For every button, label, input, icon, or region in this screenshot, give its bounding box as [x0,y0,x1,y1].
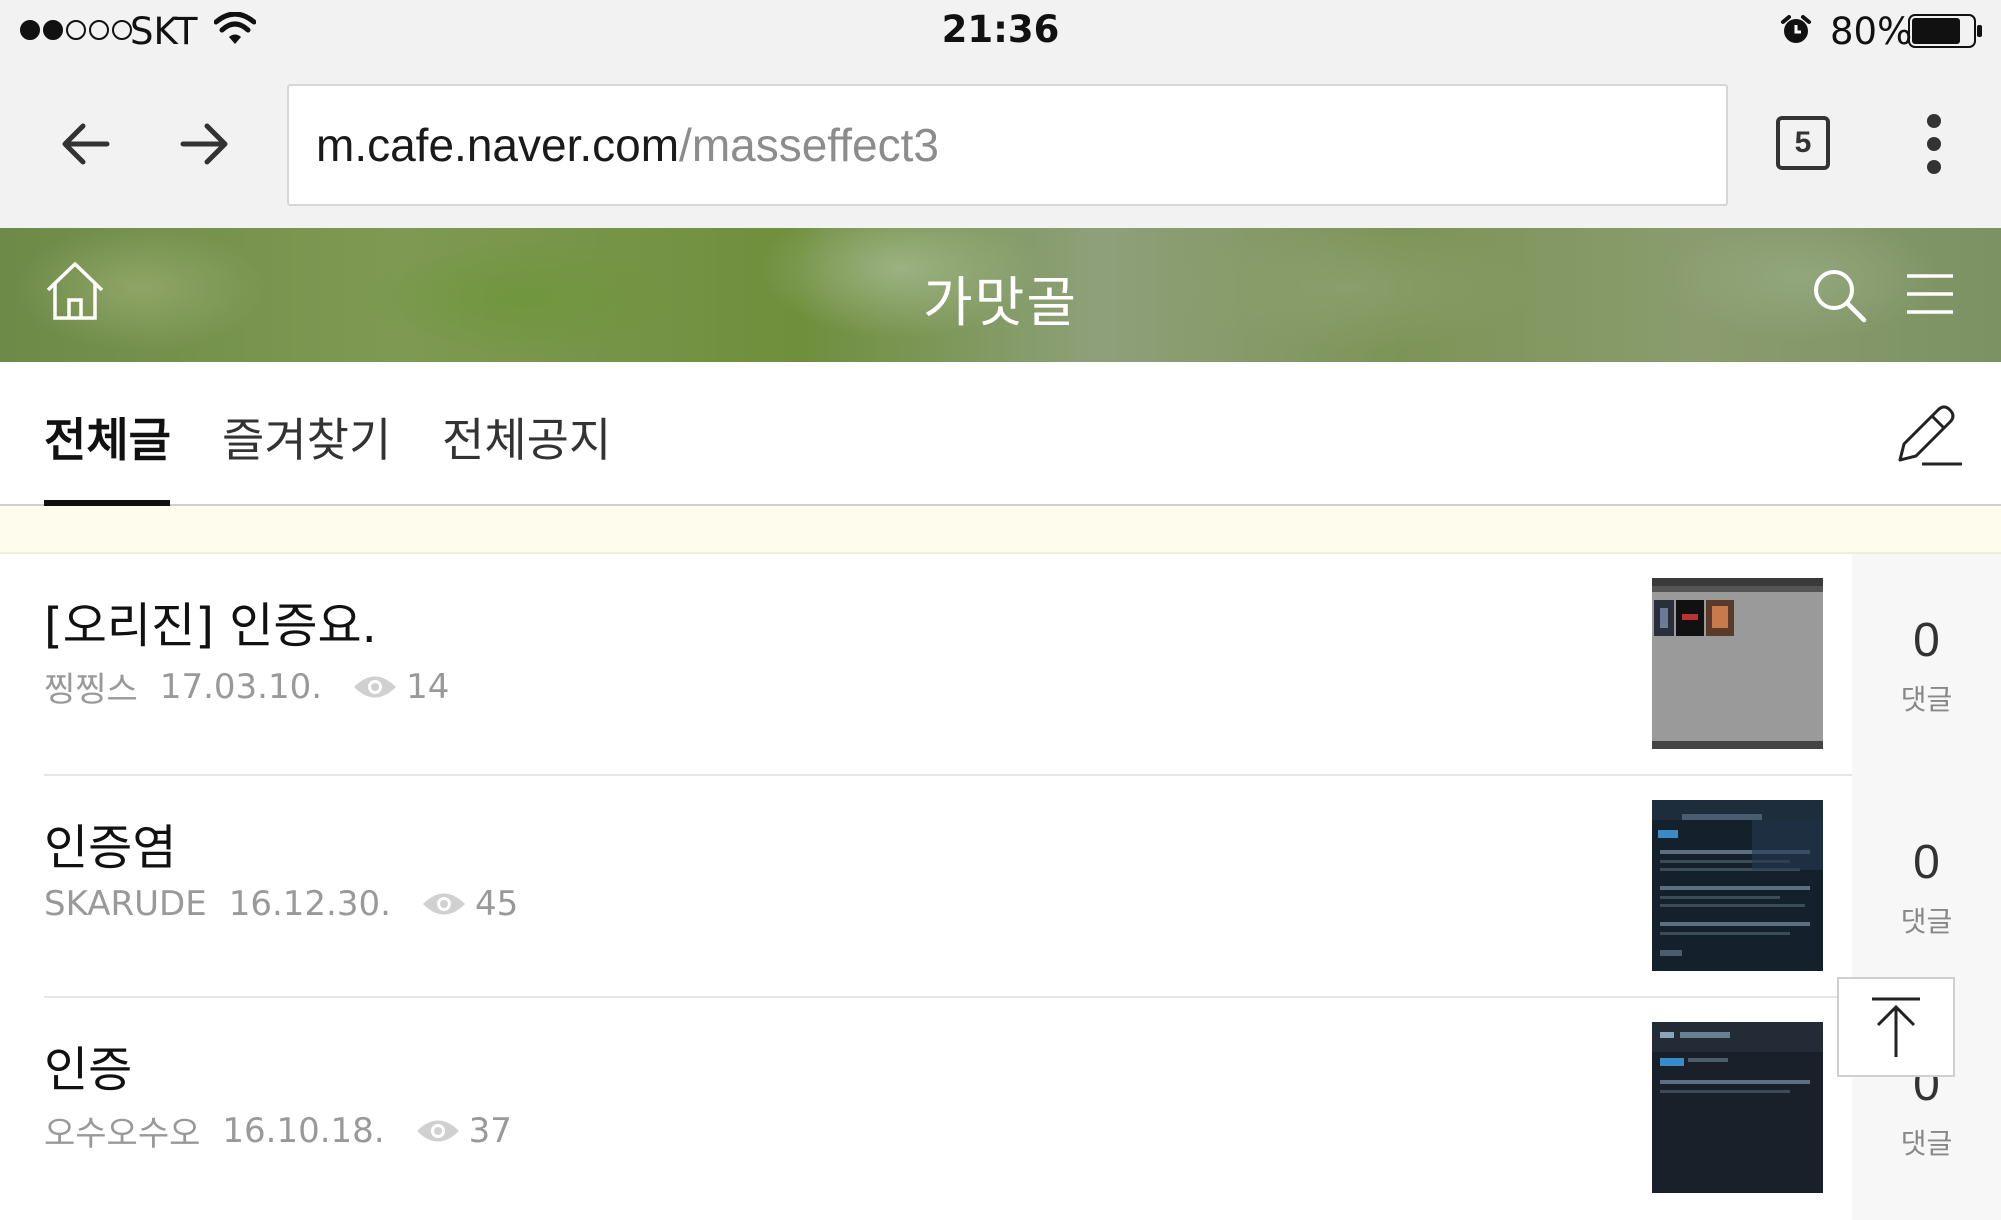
post-item[interactable]: 인증염 SKARUDE 16.12.30. 45 0 댓글 [0,776,2001,998]
hamburger-menu-icon[interactable] [1905,272,1955,316]
back-button[interactable] [45,104,125,184]
post-views: 37 [468,1110,512,1151]
post-date: 16.12.30. [228,884,391,924]
post-meta: 오수오수오 16.10.18. 37 [44,1106,512,1155]
notice-strip [0,506,2001,554]
tab-all-notices[interactable]: 전체공지 [442,404,611,470]
comment-label: 댓글 [1900,1126,1953,1160]
arrow-left-icon [62,123,110,165]
post-views: 45 [474,884,519,924]
post-item[interactable]: 인증 오수오수오 16.10.18. 37 0 댓글 [0,998,2001,1220]
browser-toolbar: m.cafe.naver.com/masseffect3 5 [0,62,2001,228]
more-vert-icon [1927,114,1941,128]
battery-icon [1908,14,1982,48]
status-bar: SKT 21:36 80% [0,0,2001,62]
post-thumbnail[interactable] [1652,800,1823,971]
comment-count: 0 [1913,835,1940,889]
pencil-write-icon[interactable] [1892,398,1964,470]
post-thumbnail[interactable] [1652,578,1823,749]
cafe-title[interactable]: 가맛골 [0,258,2001,337]
post-author: SKARUDE [44,884,207,924]
comment-count-box[interactable]: 0 댓글 [1852,776,2001,998]
board-tabs: 전체글 즐겨찾기 전체공지 [0,362,2001,506]
post-title[interactable]: 인증염 [44,808,176,878]
post-date: 16.10.18. [222,1110,385,1151]
battery-percent: 80% [1830,10,1913,53]
clock: 21:36 [941,8,1060,51]
post-title[interactable]: [오리진] 인증요. [44,586,377,656]
overflow-menu-button[interactable] [1914,114,1954,174]
arrow-up-icon [1872,997,1920,1057]
tab-all-posts[interactable]: 전체글 [44,404,171,470]
comment-label: 댓글 [1900,904,1953,938]
eye-icon [422,893,465,915]
post-meta: SKARUDE 16.12.30. 45 [44,884,518,924]
comment-count: 0 [1913,613,1940,667]
forward-button[interactable] [165,104,245,184]
post-views: 14 [406,666,450,707]
alarm-icon [1781,15,1811,43]
eye-icon [354,676,397,697]
comment-label: 댓글 [1900,682,1953,716]
url-path: /masseffect3 [679,119,939,171]
tab-switcher-button[interactable]: 5 [1776,116,1830,170]
post-title[interactable]: 인증 [44,1030,132,1100]
cafe-header: 가맛골 [0,228,2001,362]
eye-icon [416,1120,459,1141]
url-input[interactable]: m.cafe.naver.com/masseffect3 [287,84,1728,206]
post-author: 찡찡스 [44,670,138,710]
tab-favorites[interactable]: 즐겨찾기 [222,404,391,470]
post-meta: 찡찡스 17.03.10. 14 [44,662,449,711]
comment-count-box[interactable]: 0 댓글 [1852,554,2001,776]
post-date: 17.03.10. [159,666,323,707]
url-host: m.cafe.naver.com [316,119,680,171]
scroll-to-top-button[interactable] [1837,977,1955,1077]
arrow-right-icon [180,123,228,165]
post-author: 오수오수오 [44,1114,201,1154]
search-icon[interactable] [1810,266,1868,324]
post-thumbnail[interactable] [1652,1022,1823,1193]
post-item[interactable]: [오리진] 인증요. 찡찡스 17.03.10. 14 0 댓글 [0,554,2001,776]
